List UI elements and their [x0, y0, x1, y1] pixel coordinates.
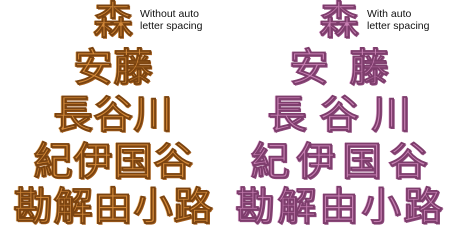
glyph: 国: [342, 140, 382, 185]
glyph: 森: [319, 0, 359, 44]
text-row-2: 安 藤: [226, 46, 452, 91]
glyph: 谷: [93, 93, 133, 138]
caption-with-auto-spacing: With auto letter spacing: [367, 8, 429, 32]
glyph: 由: [319, 185, 359, 230]
panel-without-auto-spacing: 森 安 藤 長 谷 川 紀 伊 国 谷 勘 解 由 小 路: [0, 0, 226, 231]
glyph: 解: [53, 185, 93, 230]
caption-line: letter spacing: [367, 20, 430, 32]
caption-line: With auto: [367, 8, 412, 20]
glyph: 勘: [235, 185, 275, 230]
text-row-4: 紀 伊 国 谷: [0, 140, 226, 185]
glyph: 路: [173, 185, 213, 230]
text-row-3: 長 谷 川: [226, 93, 452, 138]
caption-line: letter spacing: [140, 20, 203, 32]
glyph: 安: [289, 46, 329, 91]
glyph: 森: [93, 0, 133, 44]
text-row-4: 紀 伊 国 谷: [226, 140, 452, 185]
panel-with-auto-spacing: 森 安 藤 長 谷 川 紀 伊 国 谷 勘 解 由 小 路: [226, 0, 452, 231]
glyph: 安: [73, 46, 113, 91]
glyph: 伊: [296, 140, 336, 185]
glyph: 谷: [153, 140, 193, 185]
glyph: 長: [267, 93, 307, 138]
glyph: 川: [133, 93, 173, 138]
glyph: 紀: [250, 140, 290, 185]
text-row-5: 勘 解 由 小 路: [226, 185, 452, 230]
glyph: 紀: [33, 140, 73, 185]
glyph: 谷: [319, 93, 359, 138]
glyph: 小: [361, 185, 401, 230]
glyph: 藤: [113, 46, 153, 91]
text-row-5: 勘 解 由 小 路: [0, 185, 226, 230]
glyph: 小: [133, 185, 173, 230]
caption-without-auto-spacing: Without auto letter spacing: [140, 8, 202, 32]
glyph: 伊: [73, 140, 113, 185]
glyph: 解: [277, 185, 317, 230]
glyph: 路: [403, 185, 443, 230]
glyph: 長: [53, 93, 93, 138]
glyph: 国: [113, 140, 153, 185]
text-row-3: 長 谷 川: [0, 93, 226, 138]
glyph: 川: [371, 93, 411, 138]
glyph: 勘: [13, 185, 53, 230]
caption-line: Without auto: [140, 8, 199, 20]
text-row-2: 安 藤: [0, 46, 226, 91]
glyph: 由: [93, 185, 133, 230]
glyph: 谷: [388, 140, 428, 185]
glyph: 藤: [349, 46, 389, 91]
